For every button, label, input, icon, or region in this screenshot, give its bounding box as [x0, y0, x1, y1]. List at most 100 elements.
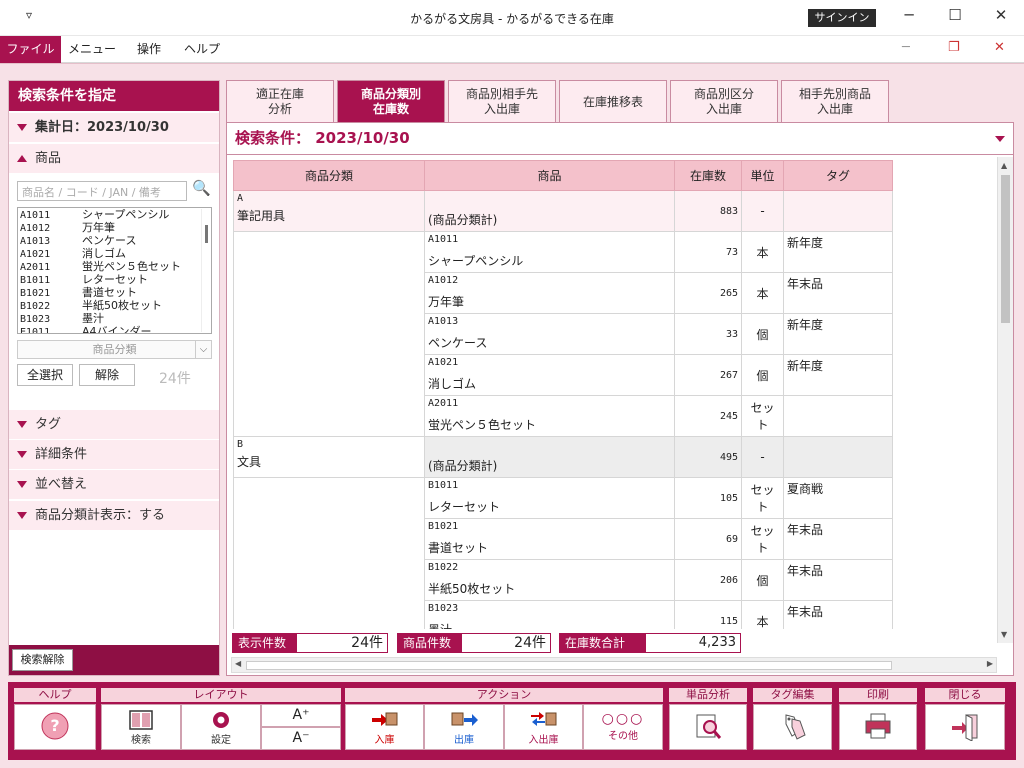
table-row[interactable]: A1012 万年筆 265 本 年末品	[233, 272, 893, 314]
col-header[interactable]: 商品	[424, 160, 675, 191]
help-group: ヘルプ ?	[14, 688, 96, 754]
stock-in-button[interactable]: 入庫	[345, 704, 424, 750]
subtotal-section[interactable]: 商品分類計表示：する	[9, 501, 219, 531]
list-item[interactable]: A1013 ペンケース	[20, 234, 136, 247]
layout-icon	[129, 710, 153, 730]
list-item[interactable]: A2011 蛍光ペン５色セット	[20, 260, 181, 273]
search-icon[interactable]: 🔍	[192, 179, 211, 197]
panel-header: 検索条件を指定	[9, 81, 219, 111]
col-header[interactable]: 単位	[741, 160, 784, 191]
category-select[interactable]: 商品分類 ⌵	[17, 340, 212, 359]
stock-grid: 商品分類 商品 在庫数 単位 タグ A 筆記用具 (商品分類計) 883 - A1…	[231, 159, 997, 629]
close-icon[interactable]: ✕	[978, 6, 1024, 24]
list-item[interactable]: A1012 万年筆	[20, 221, 115, 234]
settings-button[interactable]: 設定	[181, 704, 261, 750]
collapse-icon[interactable]	[995, 136, 1005, 142]
stock-out-button[interactable]: 出庫	[424, 704, 504, 750]
tag-icon	[785, 714, 806, 740]
list-scrollbar[interactable]	[201, 209, 211, 332]
tab-category-stock[interactable]: 商品分類別 在庫数	[337, 80, 445, 122]
search-layout-button[interactable]: 検索	[101, 704, 181, 750]
printer-icon	[865, 713, 891, 739]
condition-header: 検索条件： 2023/10/30	[227, 123, 1013, 155]
col-header[interactable]: 在庫数	[674, 160, 742, 191]
action-group: アクション 入庫 出庫 入出庫 ○○○ その他	[345, 688, 663, 754]
table-row[interactable]: B1022 半紙50枚セット 206 個 年末品	[233, 559, 893, 601]
item-count: 24件	[159, 371, 191, 387]
list-item[interactable]: B1023 墨汁	[20, 312, 104, 325]
vertical-scrollbar[interactable]: ▲ ▼	[997, 157, 1013, 643]
tab-product-division[interactable]: 商品別区分 入出庫	[670, 80, 778, 122]
other-button[interactable]: ○○○ その他	[583, 704, 663, 750]
menu-bar: ファイル メニュー 操作 ヘルプ ─ ❐ ✕	[0, 36, 1024, 63]
col-header[interactable]: 商品分類	[233, 160, 425, 191]
print-button[interactable]	[839, 704, 917, 750]
tab-product-partner[interactable]: 商品別相手先 入出庫	[448, 80, 556, 122]
close-group: 閉じる	[925, 688, 1005, 754]
list-item[interactable]: A1011 シャープペンシル	[20, 208, 169, 221]
help-button[interactable]: ?	[14, 704, 96, 750]
mdi-restore-icon[interactable]: ❐	[948, 40, 960, 55]
tab-partner-product[interactable]: 相手先別商品 入出庫	[781, 80, 889, 122]
stock-total: 在庫数合計 4,233	[559, 633, 743, 653]
select-all-button[interactable]: 全選択	[17, 364, 73, 386]
table-row[interactable]: B1021 書道セット 69 セット 年末品	[233, 518, 893, 560]
layout-group: レイアウト 検索 設定 A⁺ A⁻	[101, 688, 341, 754]
maximize-icon[interactable]: ☐	[932, 6, 978, 24]
mdi-minimize-icon[interactable]: ─	[902, 40, 910, 55]
list-item[interactable]: B1021 書道セット	[20, 286, 137, 299]
subtotal-row[interactable]: A 筆記用具 (商品分類計) 883 -	[233, 190, 893, 232]
tab-stock-trend[interactable]: 在庫推移表	[559, 80, 667, 122]
sort-section[interactable]: 並べ替え	[9, 470, 219, 500]
table-row[interactable]: A1013 ペンケース 33 個 新年度	[233, 313, 893, 355]
list-item[interactable]: A1021 消しゴム	[20, 247, 126, 260]
table-row[interactable]: B1011 レターセット 105 セット 夏商戦	[233, 477, 893, 519]
single-analysis-button[interactable]	[669, 704, 747, 750]
exit-button[interactable]	[925, 704, 1005, 750]
svg-text:?: ?	[50, 716, 59, 735]
panel-footer: 検索解除	[9, 645, 219, 675]
tag-edit-group: タグ編集	[753, 688, 832, 754]
print-group: 印刷	[839, 688, 917, 754]
stock-inout-icon	[530, 712, 556, 726]
detail-section[interactable]: 詳細条件	[9, 440, 219, 470]
deselect-button[interactable]: 解除	[79, 364, 135, 386]
product-list[interactable]: A1011 シャープペンシル A1012 万年筆 A1013 ペンケース A1021 消…	[17, 207, 212, 334]
stock-in-icon	[371, 712, 397, 726]
menu-menu[interactable]: メニュー	[66, 36, 118, 63]
table-row[interactable]: A1011 シャープペンシル 73 本 新年度	[233, 231, 893, 273]
table-row[interactable]: B1023墨汁 115 本 年末品	[233, 600, 893, 629]
stock-inout-button[interactable]: 入出庫	[504, 704, 583, 750]
tag-edit-button[interactable]	[753, 704, 832, 750]
stock-table: 商品分類 商品 在庫数 単位 タグ A 筆記用具 (商品分類計) 883 - A1…	[233, 160, 893, 629]
help-icon: ?	[41, 712, 69, 740]
search-condition-panel: 検索条件を指定 集計日：2023/10/30 商品 商品名 / コード / JA…	[8, 80, 220, 676]
mdi-close-icon[interactable]: ✕	[994, 40, 1005, 55]
font-increase-button[interactable]: A⁺	[261, 704, 341, 727]
table-row[interactable]: A2011 蛍光ペン５色セット 245 セット	[233, 395, 893, 437]
minimize-icon[interactable]: ─	[886, 6, 932, 24]
col-header[interactable]: タグ	[783, 160, 893, 191]
display-count: 表示件数 24件	[232, 633, 392, 653]
font-decrease-button[interactable]: A⁻	[261, 727, 341, 750]
menu-file[interactable]: ファイル	[0, 36, 61, 63]
product-count: 商品件数 24件	[397, 633, 557, 653]
menu-ops[interactable]: 操作	[128, 36, 170, 63]
bottom-toolbar: ヘルプ ? レイアウト 検索 設定 A⁺ A⁻ アクション 入庫 出庫 入出庫	[8, 682, 1016, 760]
tag-section[interactable]: タグ	[9, 410, 219, 440]
tab-stock-analysis[interactable]: 適正在庫 分析	[226, 80, 334, 122]
list-item[interactable]: E1011 A4バインダー	[20, 325, 152, 333]
product-section[interactable]: 商品	[9, 144, 219, 174]
table-row[interactable]: A1021 消しゴム 267 個 新年度	[233, 354, 893, 396]
magnifier-icon	[696, 714, 722, 739]
horizontal-scrollbar[interactable]: ◀ ▶	[231, 657, 997, 673]
title-bar: ▿ かるがる文房具 - かるがるできる在庫 サインイン ─ ☐ ✕	[0, 0, 1024, 36]
list-item[interactable]: B1022 半紙50枚セット	[20, 299, 162, 312]
signin-button[interactable]: サインイン	[808, 9, 876, 27]
menu-help[interactable]: ヘルプ	[180, 36, 224, 63]
date-section[interactable]: 集計日：2023/10/30	[9, 113, 219, 143]
list-item[interactable]: B1011 レターセット	[20, 273, 148, 286]
subtotal-row[interactable]: B 文具 (商品分類計) 495 -	[233, 436, 893, 478]
clear-search-button[interactable]: 検索解除	[12, 649, 73, 671]
product-search-input[interactable]: 商品名 / コード / JAN / 備考	[17, 181, 187, 201]
